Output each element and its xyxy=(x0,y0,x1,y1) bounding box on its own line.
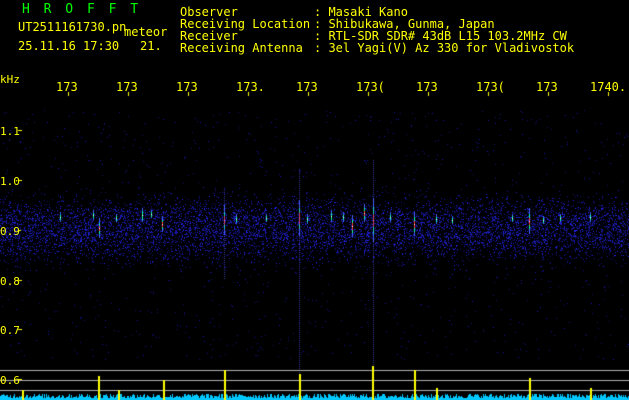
extra-value: 21. xyxy=(140,39,162,53)
date-time: 25.11.16 17:30 xyxy=(18,39,120,53)
spectrogram-canvas xyxy=(0,0,629,400)
unit-label: kHz xyxy=(0,73,20,86)
x-tick-label: 173 xyxy=(176,80,198,94)
y-tick-label: 0.8 xyxy=(0,275,20,288)
mode-label: meteor xyxy=(124,25,168,39)
x-tick-label: 173 xyxy=(296,80,318,94)
app-title: H R O F F T xyxy=(22,2,142,17)
x-tick-label: 173 xyxy=(536,80,558,94)
y-tick-label: 0.7 xyxy=(0,324,20,337)
y-tick-label: 1.0 xyxy=(0,175,20,188)
x-tick-label: 173( xyxy=(356,80,385,94)
x-tick-label: 1740. xyxy=(590,80,627,94)
x-tick-label: 173 xyxy=(116,80,138,94)
y-tick-label: 1.1 xyxy=(0,125,20,138)
x-tick-label: 173 xyxy=(56,80,78,94)
y-tick-label: 0.9 xyxy=(0,225,20,238)
info-value-antenna: : 3el Yagi(V) Az 330 for Vladivostok xyxy=(314,41,575,55)
file-name: UT2511161730.pn xyxy=(18,20,127,34)
x-tick-label: 173( xyxy=(476,80,505,94)
x-tick-label: 173. xyxy=(236,80,265,94)
x-tick-label: 173 xyxy=(416,80,438,94)
info-label-antenna: Receiving Antenna xyxy=(180,41,303,55)
y-tick-label: 0.6 xyxy=(0,374,20,387)
